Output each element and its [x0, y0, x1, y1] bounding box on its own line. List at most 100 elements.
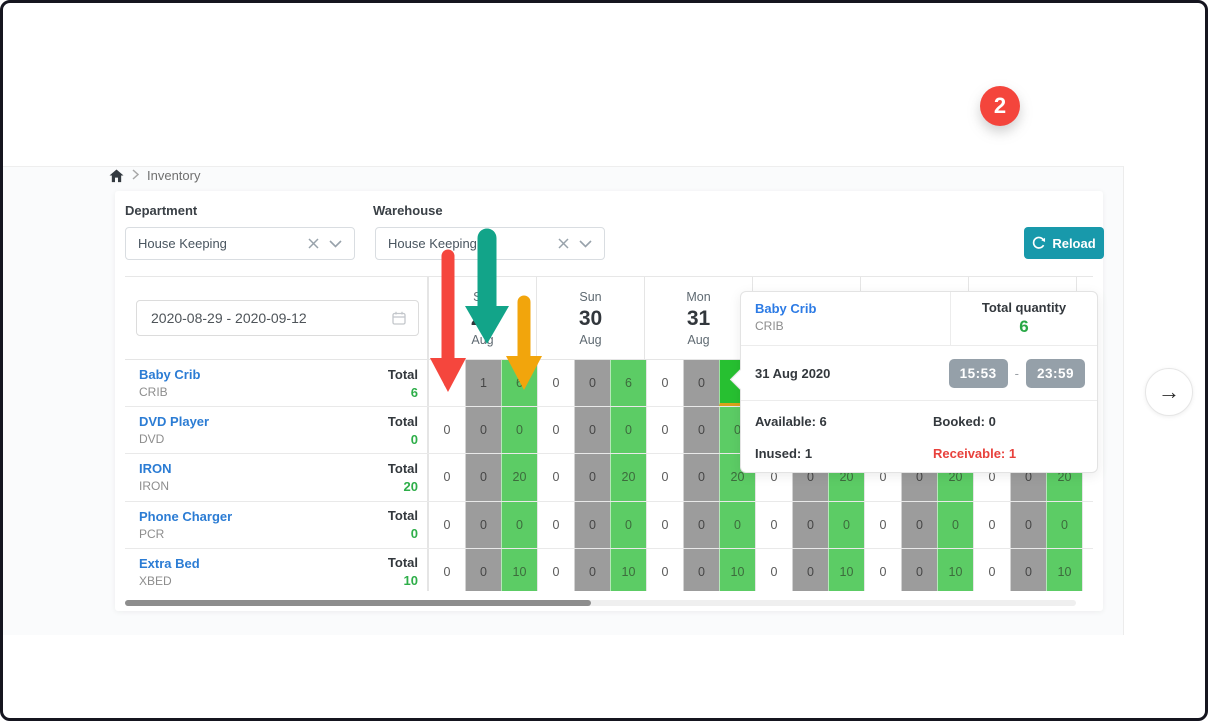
- clear-icon[interactable]: [558, 238, 569, 249]
- inventory-cell[interactable]: 0: [538, 549, 574, 591]
- item-cell: Phone ChargerPCRTotal0: [125, 502, 428, 548]
- inventory-cell[interactable]: 0: [974, 502, 1010, 548]
- inventory-cell[interactable]: 20: [610, 454, 646, 500]
- breadcrumb-section[interactable]: Inventory: [147, 168, 200, 183]
- next-page-button[interactable]: →: [1145, 368, 1193, 416]
- inventory-cell[interactable]: 10: [719, 549, 755, 591]
- time-to-badge: 23:59: [1026, 359, 1085, 388]
- inventory-cell[interactable]: 0: [538, 454, 574, 500]
- department-value: House Keeping: [138, 236, 298, 251]
- department-select[interactable]: House Keeping: [125, 227, 355, 260]
- inventory-cell[interactable]: 0: [647, 502, 683, 548]
- inventory-cell[interactable]: 0: [828, 502, 864, 548]
- inventory-cell[interactable]: 0: [538, 360, 574, 406]
- item-name-link[interactable]: IRON: [139, 461, 172, 476]
- inventory-cell[interactable]: 0: [901, 502, 937, 548]
- inventory-cell[interactable]: 0: [1046, 502, 1082, 548]
- inventory-cell[interactable]: 0: [610, 407, 646, 453]
- inventory-cell[interactable]: 10: [1046, 549, 1082, 591]
- chevron-down-icon[interactable]: [579, 240, 592, 248]
- inventory-cell[interactable]: 10: [501, 549, 537, 591]
- inventory-cell[interactable]: 20: [501, 454, 537, 500]
- inventory-cell[interactable]: 0: [501, 502, 537, 548]
- inventory-cell[interactable]: 0: [901, 549, 937, 591]
- inventory-cell[interactable]: 0: [465, 502, 501, 548]
- chevron-down-icon[interactable]: [329, 240, 342, 248]
- inventory-cell[interactable]: 0: [756, 502, 792, 548]
- inventory-cell[interactable]: 0: [1010, 502, 1046, 548]
- item-name-link[interactable]: DVD Player: [139, 414, 209, 429]
- home-icon[interactable]: [109, 169, 124, 183]
- item-code: XBED: [139, 574, 200, 588]
- total-label: Total: [388, 461, 418, 476]
- inventory-cell[interactable]: 0: [574, 454, 610, 500]
- popover-available: Available: 6: [755, 414, 933, 429]
- date-range-input[interactable]: 2020-08-29 - 2020-09-12: [136, 300, 419, 336]
- inventory-cell[interactable]: 6: [501, 360, 537, 406]
- arrow-right-icon: →: [1158, 379, 1180, 405]
- total-value: 6: [388, 385, 418, 400]
- inventory-cell[interactable]: 0: [719, 502, 755, 548]
- time-from-badge: 15:53: [949, 359, 1008, 388]
- inventory-cell[interactable]: 0: [465, 454, 501, 500]
- horizontal-scrollbar[interactable]: [125, 600, 1076, 606]
- item-name-link[interactable]: Extra Bed: [139, 556, 200, 571]
- inventory-cell[interactable]: 0: [683, 407, 719, 453]
- inventory-cell[interactable]: 0: [429, 407, 465, 453]
- day-cell-group: 0020: [646, 454, 755, 500]
- inventory-cell[interactable]: 0: [465, 549, 501, 591]
- calendar-icon[interactable]: [392, 311, 406, 325]
- inventory-cell[interactable]: 0: [429, 502, 465, 548]
- inventory-cell[interactable]: 0: [1010, 549, 1046, 591]
- inventory-cell[interactable]: 10: [937, 549, 973, 591]
- inventory-cell[interactable]: 0: [429, 549, 465, 591]
- inventory-cell[interactable]: 0: [1083, 549, 1093, 591]
- reload-label: Reload: [1052, 236, 1095, 251]
- inventory-cell[interactable]: 0: [574, 407, 610, 453]
- inventory-cell[interactable]: 10: [610, 549, 646, 591]
- inventory-cell[interactable]: 0: [974, 549, 1010, 591]
- inventory-cell[interactable]: 0: [683, 502, 719, 548]
- popover-item-name[interactable]: Baby Crib: [755, 301, 936, 316]
- item-name-link[interactable]: Phone Charger: [139, 509, 232, 524]
- inventory-cell[interactable]: 0: [574, 502, 610, 548]
- inventory-cell[interactable]: 0: [683, 549, 719, 591]
- inventory-cell[interactable]: 0: [647, 454, 683, 500]
- inventory-cell[interactable]: 0: [538, 502, 574, 548]
- inventory-cell[interactable]: 0: [429, 360, 465, 406]
- day-header: Sat29Aug: [428, 277, 536, 359]
- inventory-cell[interactable]: 0: [647, 360, 683, 406]
- item-code: PCR: [139, 527, 232, 541]
- inventory-cell[interactable]: 0: [574, 360, 610, 406]
- inventory-cell[interactable]: 0: [538, 407, 574, 453]
- item-code: IRON: [139, 479, 172, 493]
- inventory-cell[interactable]: 0: [756, 549, 792, 591]
- inventory-cell[interactable]: 10: [828, 549, 864, 591]
- inventory-cell[interactable]: 0: [574, 549, 610, 591]
- inventory-cell[interactable]: 0: [647, 549, 683, 591]
- inventory-cell[interactable]: 0: [647, 407, 683, 453]
- inventory-cell[interactable]: 0: [683, 360, 719, 406]
- item-name-link[interactable]: Baby Crib: [139, 367, 200, 382]
- inventory-cell[interactable]: 0: [865, 549, 901, 591]
- inventory-cell[interactable]: 0: [501, 407, 537, 453]
- inventory-cell[interactable]: 0: [683, 454, 719, 500]
- clear-icon[interactable]: [308, 238, 319, 249]
- scrollbar-thumb[interactable]: [125, 600, 591, 606]
- inventory-cell[interactable]: 0: [610, 502, 646, 548]
- inventory-cell[interactable]: 0: [1083, 502, 1093, 548]
- inventory-cell[interactable]: 0: [429, 454, 465, 500]
- inventory-cell[interactable]: 0: [792, 549, 828, 591]
- inventory-cell[interactable]: 0: [865, 502, 901, 548]
- inventory-cell[interactable]: 0: [792, 502, 828, 548]
- notification-badge[interactable]: 2: [980, 86, 1020, 126]
- inventory-cell[interactable]: 1: [465, 360, 501, 406]
- warehouse-select[interactable]: House Keeping: [375, 227, 605, 260]
- inventory-row: Phone ChargerPCRTotal0000000000000000000…: [125, 502, 1093, 549]
- reload-button[interactable]: Reload: [1024, 227, 1104, 259]
- total-label: Total: [388, 414, 418, 429]
- popover-booked: Booked: 0: [933, 414, 1083, 429]
- inventory-cell[interactable]: 0: [937, 502, 973, 548]
- inventory-cell[interactable]: 0: [465, 407, 501, 453]
- inventory-cell[interactable]: 6: [610, 360, 646, 406]
